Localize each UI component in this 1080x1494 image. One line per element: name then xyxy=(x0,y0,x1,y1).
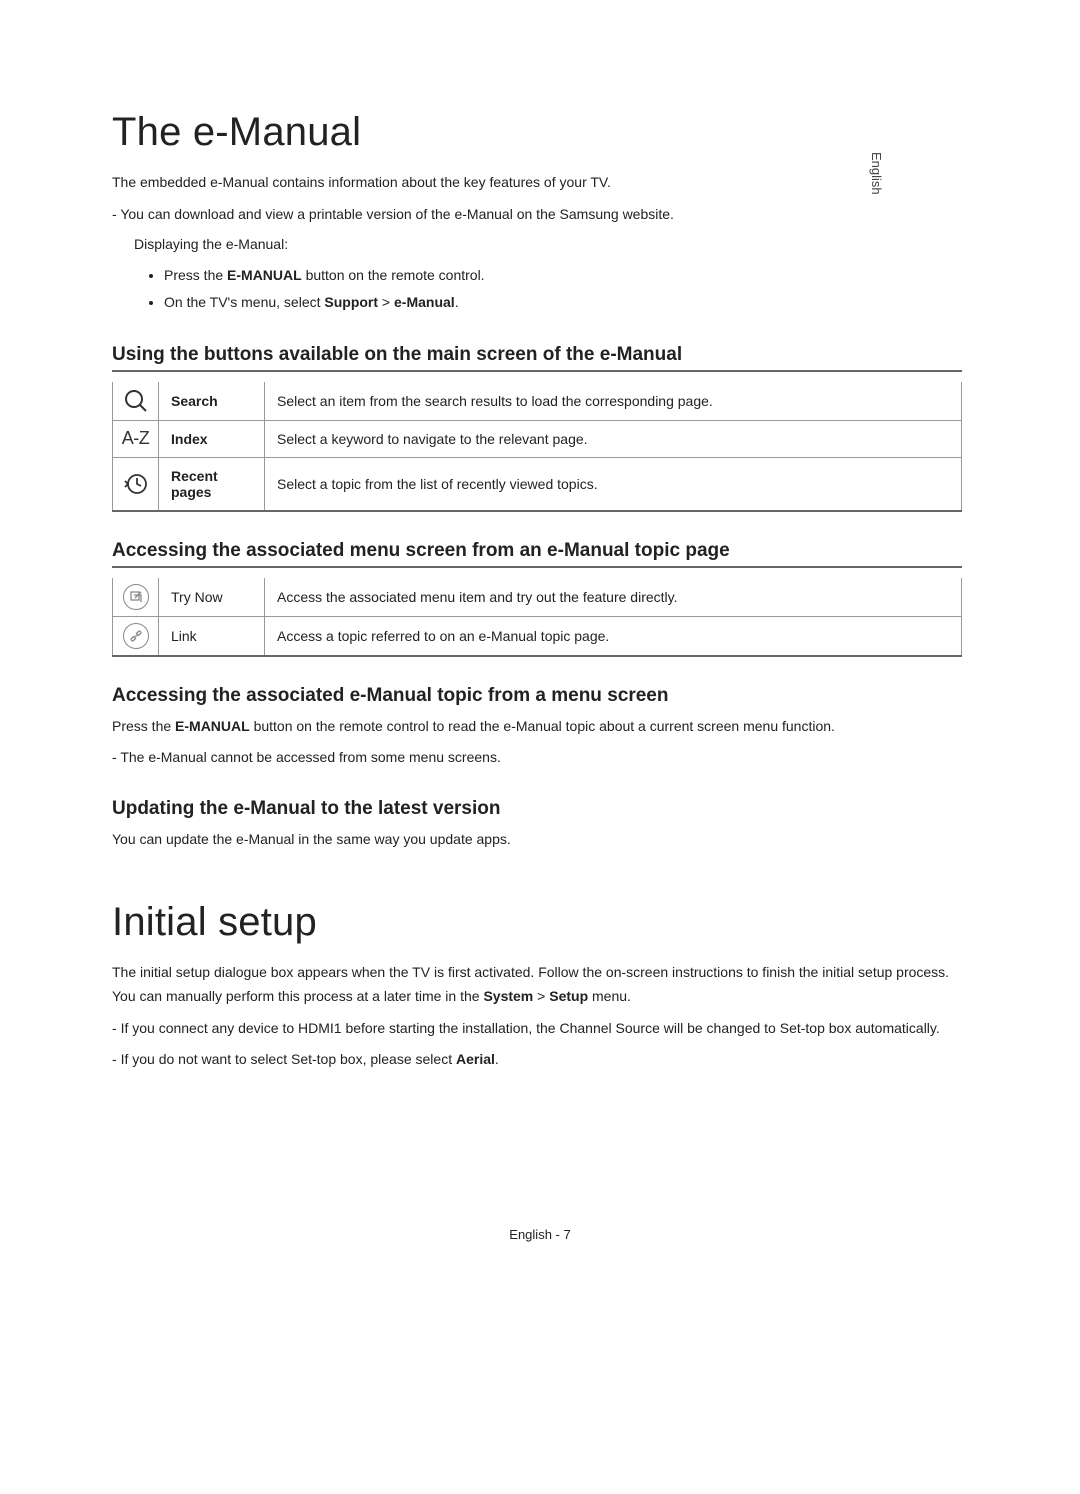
buttons-table: Search Select an item from the search re… xyxy=(112,382,962,512)
aerial-label: Aerial xyxy=(456,1051,495,1067)
table-row: Link Access a topic referred to on an e-… xyxy=(113,616,962,656)
link-label: Link xyxy=(159,616,265,656)
text: menu. xyxy=(588,988,631,1004)
initial-setup-note2: If you do not want to select Set-top box… xyxy=(112,1048,962,1072)
table-row: Search Select an item from the search re… xyxy=(113,382,962,421)
try-now-label: Try Now xyxy=(159,578,265,617)
heading-emanual: The e-Manual xyxy=(112,110,962,155)
heading-initial-setup: Initial setup xyxy=(112,900,962,945)
system-label: System xyxy=(483,988,533,1004)
from-menu-note: The e-Manual cannot be accessed from som… xyxy=(112,746,962,770)
update-para: You can update the e-Manual in the same … xyxy=(112,828,962,852)
from-menu-heading: Accessing the associated e-Manual topic … xyxy=(112,685,962,707)
index-icon: A-Z xyxy=(113,420,159,457)
text: button on the remote control to read the… xyxy=(250,718,835,734)
text: On the TV's menu, select xyxy=(164,294,324,310)
display-steps: Press the E-MANUAL button on the remote … xyxy=(164,262,962,315)
try-now-icon xyxy=(113,578,159,617)
text: button on the remote control. xyxy=(302,267,485,283)
recent-desc: Select a topic from the list of recently… xyxy=(265,457,962,511)
table-row: A-Z Index Select a keyword to navigate t… xyxy=(113,420,962,457)
table-row: Try Now Access the associated menu item … xyxy=(113,578,962,617)
setup-label: Setup xyxy=(549,988,588,1004)
buttons-heading: Using the buttons available on the main … xyxy=(112,344,962,372)
emanual-intro: The embedded e-Manual contains informati… xyxy=(112,171,962,195)
table-row: Recent pages Select a topic from the lis… xyxy=(113,457,962,511)
text: . xyxy=(495,1051,499,1067)
display-step-2: On the TV's menu, select Support > e-Man… xyxy=(164,289,962,316)
index-desc: Select a keyword to navigate to the rele… xyxy=(265,420,962,457)
update-heading: Updating the e-Manual to the latest vers… xyxy=(112,798,962,820)
manual-page: English The e-Manual The embedded e-Manu… xyxy=(0,0,1080,1494)
search-desc: Select an item from the search results t… xyxy=(265,382,962,421)
text: > xyxy=(533,988,549,1004)
access-table: Try Now Access the associated menu item … xyxy=(112,578,962,657)
display-step-1: Press the E-MANUAL button on the remote … xyxy=(164,262,962,289)
text: . xyxy=(455,294,459,310)
search-label: Search xyxy=(159,382,265,421)
language-tab: English xyxy=(869,152,884,195)
text: > xyxy=(378,294,394,310)
support-label: Support xyxy=(324,294,378,310)
page-footer: English - 7 xyxy=(0,1227,1080,1242)
e-manual-button-label: E-MANUAL xyxy=(227,267,302,283)
display-heading: Displaying the e-Manual: xyxy=(112,233,962,257)
recent-label: Recent pages xyxy=(159,457,265,511)
link-icon xyxy=(113,616,159,656)
index-label: Index xyxy=(159,420,265,457)
try-now-desc: Access the associated menu item and try … xyxy=(265,578,962,617)
text: Press the xyxy=(112,718,175,734)
e-manual-button-label: E-MANUAL xyxy=(175,718,250,734)
download-note: You can download and view a printable ve… xyxy=(112,203,962,227)
from-menu-para: Press the E-MANUAL button on the remote … xyxy=(112,715,962,739)
text: If you do not want to select Set-top box… xyxy=(121,1051,456,1067)
emanual-label: e-Manual xyxy=(394,294,455,310)
initial-setup-note1: If you connect any device to HDMI1 befor… xyxy=(112,1017,962,1041)
link-desc: Access a topic referred to on an e-Manua… xyxy=(265,616,962,656)
recent-icon xyxy=(113,457,159,511)
text: Press the xyxy=(164,267,227,283)
initial-setup-para: The initial setup dialogue box appears w… xyxy=(112,961,962,1009)
access-heading: Accessing the associated menu screen fro… xyxy=(112,540,962,568)
search-icon xyxy=(113,382,159,421)
